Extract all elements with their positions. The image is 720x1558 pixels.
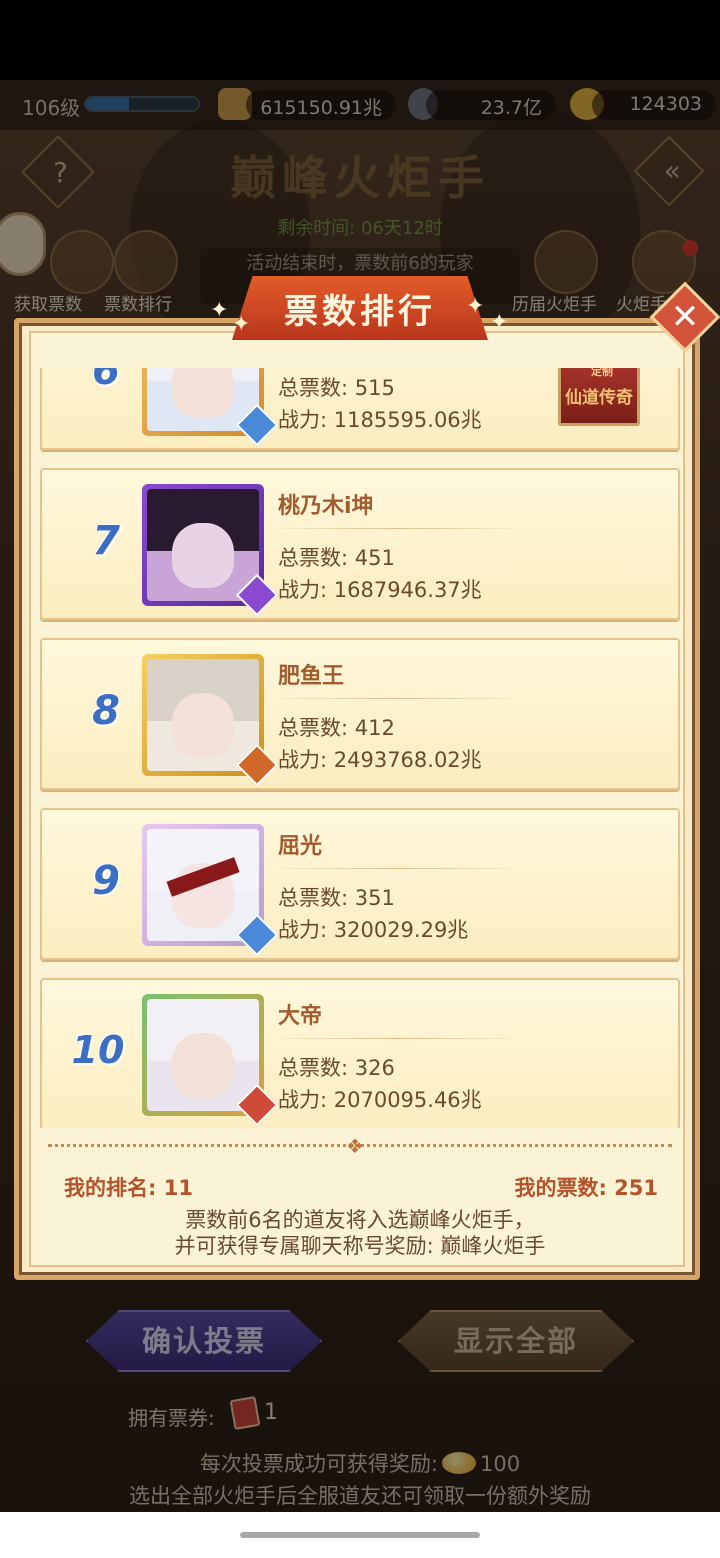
divider-ornament-icon: ❖ [346, 1134, 364, 1158]
ranking-row[interactable]: 8 肥鱼王 总票数: 412 战力: 2493768.02兆 [40, 638, 680, 790]
ranking-row[interactable]: 7 桃乃木i坤 总票数: 451 战力: 1687946.37兆 [40, 468, 680, 620]
rule-note-line2: 并可获得专属聊天称号奖励: 巅峰火炬手 [174, 1234, 546, 1258]
player-name: 肥鱼王 [278, 664, 345, 689]
player-name: 桃乃木i坤 [278, 494, 374, 519]
avatar-face [171, 692, 235, 758]
ranking-row[interactable]: 9 屈光 总票数: 351 战力: 320029.29兆 [40, 808, 680, 960]
player-power: 战力: 1185595.06兆 [278, 408, 482, 432]
player-votes: 总票数: 351 [278, 886, 395, 910]
close-icon[interactable]: ✕ [660, 294, 710, 344]
rank-number: 8 [92, 688, 120, 734]
sparkle-icon: ✦ [210, 298, 229, 323]
avatar-face [171, 368, 235, 418]
sparkle-icon: ✦ [232, 312, 251, 337]
player-power: 战力: 2493768.02兆 [278, 748, 482, 772]
name-divider [282, 868, 512, 869]
rank-number: 9 [92, 858, 120, 904]
sparkle-icon: ✦ [466, 294, 485, 319]
stamp-small-text: 定制 [591, 368, 613, 378]
player-votes: 总票数: 412 [278, 716, 395, 740]
rank-number: 6 [92, 368, 120, 394]
name-divider [282, 528, 512, 529]
avatar-image [147, 829, 259, 941]
name-divider [282, 698, 512, 699]
title-stamp: 定制 仙道传奇 [558, 368, 640, 426]
player-power: 战力: 2070095.46兆 [278, 1088, 482, 1112]
player-power: 战力: 1687946.37兆 [278, 578, 482, 602]
my-rank: 我的排名: 11 [64, 1176, 193, 1200]
avatar-image [147, 659, 259, 771]
avatar-face [171, 522, 235, 588]
ranking-row[interactable]: 6 总票数: 515 战力: 1185595.06兆 定制 仙道传奇 [40, 368, 680, 450]
modal-title: 票数排行 [284, 292, 436, 332]
player-name: 大帝 [278, 1004, 323, 1029]
avatar-image [147, 999, 259, 1111]
avatar-face [171, 1032, 235, 1098]
player-votes: 总票数: 451 [278, 546, 395, 570]
my-votes: 我的票数: 251 [514, 1176, 658, 1200]
avatar-image [147, 489, 259, 601]
rank-number: 10 [71, 1028, 125, 1072]
ranking-row[interactable]: 10 大帝 总票数: 326 战力: 2070095.46兆 [40, 978, 680, 1128]
sparkle-icon: ✦ [490, 310, 509, 335]
home-indicator[interactable] [240, 1532, 480, 1538]
player-power: 战力: 320029.29兆 [278, 918, 469, 942]
player-votes: 总票数: 326 [278, 1056, 395, 1080]
name-divider [282, 1038, 512, 1039]
player-votes: 总票数: 515 [278, 376, 395, 400]
rank-number: 7 [92, 518, 120, 564]
stamp-text: 仙道传奇 [565, 388, 633, 408]
ranking-list[interactable]: 6 总票数: 515 战力: 1185595.06兆 定制 仙道传奇 7 桃乃木… [40, 368, 680, 1128]
player-name: 屈光 [278, 834, 323, 859]
status-bar [0, 0, 720, 80]
